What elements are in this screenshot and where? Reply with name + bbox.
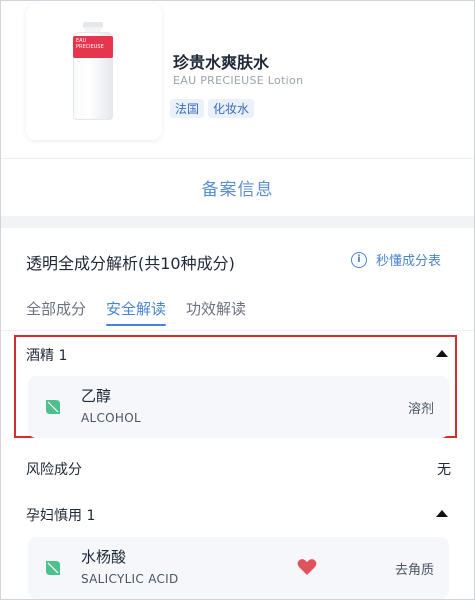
- bottle-label-text: EAU PRECIEUSE: [76, 38, 104, 50]
- app-frame: EAU PRECIEUSE 珍贵水爽肤水 EAU PRECIEUSE Lotio…: [0, 0, 475, 600]
- caret-up-icon[interactable]: [436, 510, 448, 517]
- risk-title: 风险成分: [26, 462, 82, 478]
- active-tab-underline: [106, 324, 167, 326]
- leaf-icon: [46, 400, 60, 414]
- ingredient-card-alcohol[interactable]: 乙醇 ALCOHOL 溶剂: [28, 376, 449, 438]
- group-pregnancy-title[interactable]: 孕妇慎用 1: [26, 505, 95, 525]
- ingredient-guide-button[interactable]: i 秒懂成分表: [351, 250, 441, 269]
- bottle-graphic: EAU PRECIEUSE: [73, 22, 113, 120]
- leaf-icon: [46, 561, 60, 575]
- ingredient-role: 去角质: [394, 563, 434, 578]
- tag-origin[interactable]: 法国: [170, 99, 205, 118]
- risk-ingredients-row: 风险成分 无: [26, 459, 451, 479]
- analysis-tabs: 全部成分 安全解读 功效解读: [26, 298, 266, 326]
- product-image[interactable]: EAU PRECIEUSE: [26, 4, 162, 140]
- tag-category[interactable]: 化妆水: [208, 99, 255, 118]
- ingredient-guide-label: 秒懂成分表: [376, 254, 442, 269]
- risk-value: 无: [437, 462, 451, 478]
- ingredient-name-en: SALICYLIC ACID: [81, 572, 179, 586]
- tab-all-ingredients[interactable]: 全部成分: [26, 298, 86, 319]
- section-gap: [1, 216, 474, 228]
- ingredient-name-cn: 乙醇: [81, 387, 112, 405]
- tab-safety[interactable]: 安全解读: [106, 298, 167, 326]
- info-icon: i: [351, 251, 367, 268]
- group-alcohol-title[interactable]: 酒精 1: [26, 345, 67, 365]
- caret-up-icon[interactable]: [436, 350, 448, 357]
- tab-efficacy[interactable]: 功效解读: [186, 298, 246, 319]
- heart-icon: [297, 559, 317, 575]
- product-english-name: EAU PRECIEUSE Lotion: [173, 74, 304, 87]
- ingredient-name-en: ALCOHOL: [81, 411, 141, 425]
- ingredient-role: 溶剂: [407, 402, 434, 417]
- tabs-divider: [1, 330, 474, 331]
- filing-info-label: 备案信息: [201, 180, 274, 200]
- analysis-title: 透明全成分解析(共10种成分): [26, 254, 235, 273]
- ingredient-name-cn: 水杨酸: [81, 548, 127, 566]
- product-name: 珍贵水爽肤水: [173, 53, 270, 72]
- ingredient-analysis: 透明全成分解析(共10种成分) i 秒懂成分表 全部成分 安全解读 功效解读 酒…: [1, 228, 474, 599]
- ingredient-card-salicylic[interactable]: 水杨酸 SALICYLIC ACID 去角质: [28, 537, 449, 599]
- product-tags: 法国 化妆水: [170, 98, 258, 118]
- product-header: EAU PRECIEUSE 珍贵水爽肤水 EAU PRECIEUSE Lotio…: [1, 1, 474, 158]
- filing-info-link[interactable]: 备案信息: [1, 158, 474, 217]
